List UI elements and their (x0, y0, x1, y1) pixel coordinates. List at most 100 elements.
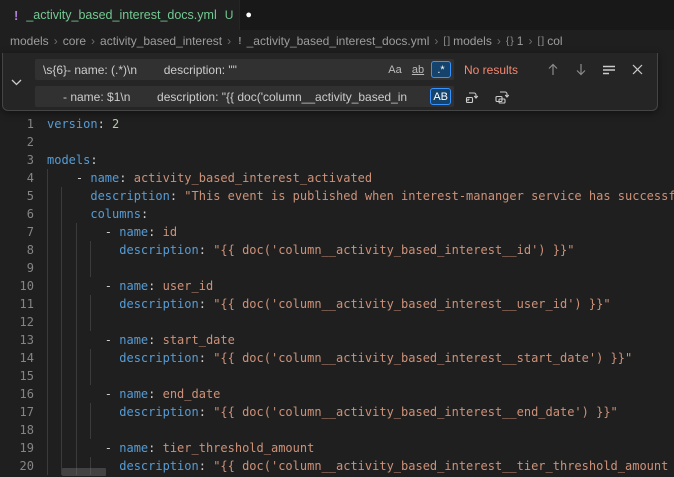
find-query-text: \s{6}- name: (.*)\n description: "" (43, 63, 381, 77)
line-number: 9 (0, 259, 34, 277)
breadcrumb-item-_activity_based_interest_docs.yml[interactable]: ! _activity_based_interest_docs.yml (236, 34, 429, 48)
line-number: 18 (0, 421, 34, 439)
indent-guide (47, 367, 48, 385)
indent-guide (61, 313, 62, 331)
breadcrumb-label: models (453, 34, 492, 48)
indent-guide (90, 367, 91, 385)
breadcrumb-label: _activity_based_interest_docs.yml (247, 34, 430, 48)
preserve-case-toggle[interactable]: AB (430, 88, 451, 105)
unsaved-changes-icon[interactable]: ● (245, 9, 252, 21)
code-line[interactable]: 9 (0, 259, 674, 277)
breadcrumb: models › core › activity_based_interest ›! _ac… (0, 30, 674, 52)
indent-guide (47, 259, 48, 277)
whole-word-toggle[interactable]: ab (408, 61, 428, 78)
indent-guide (76, 313, 77, 331)
code-line[interactable]: 5 description: "This event is published … (0, 187, 674, 205)
code-line[interactable]: 11 description: "{{ doc('column__activit… (0, 295, 674, 313)
breadcrumb-label: col (547, 34, 562, 48)
replace-button[interactable] (462, 87, 482, 107)
close-icon[interactable] (627, 60, 647, 80)
code-text: description: "This event is published wh… (47, 187, 674, 205)
indent-guide (76, 367, 77, 385)
indent-guide (90, 313, 91, 331)
code-line[interactable]: 17 description: "{{ doc('column__activit… (0, 403, 674, 421)
next-match-button[interactable] (571, 60, 591, 80)
breadcrumb-label: 1 (517, 34, 524, 48)
code-line[interactable]: 10 - name: user_id (0, 277, 674, 295)
breadcrumb-item-1[interactable]: { } 1 (506, 34, 524, 48)
code-line[interactable]: 19 - name: tier_threshold_amount (0, 439, 674, 457)
code-lines: 1 version: 2 23 models:4 - name: activity_b… (0, 115, 674, 475)
line-number: 14 (0, 349, 34, 367)
line-number: 20 (0, 457, 34, 475)
code-line[interactable]: 13 - name: start_date (0, 331, 674, 349)
code-editor[interactable]: 1 version: 2 23 models:4 - name: activity_b… (0, 52, 674, 477)
code-text: - name: end_date (47, 385, 220, 403)
breadcrumb-item-activity_based_interest[interactable]: activity_based_interest (100, 34, 222, 48)
match-case-toggle[interactable]: Aa (385, 61, 405, 78)
line-number: 19 (0, 439, 34, 457)
breadcrumb-item-models[interactable]: [ ] models (443, 34, 491, 48)
indent-guide (47, 421, 48, 439)
code-line[interactable]: 1 version: 2 (0, 115, 674, 133)
line-number: 11 (0, 295, 34, 313)
code-text: description: "{{ doc('column__activity_b… (47, 295, 611, 313)
code-text: version: 2 (47, 115, 119, 133)
code-line[interactable]: 2 (0, 133, 674, 151)
replace-all-button[interactable] (492, 87, 512, 107)
previous-match-button[interactable] (543, 60, 563, 80)
code-text: description: "{{ doc('column__activity_b… (47, 241, 574, 259)
editor-tab[interactable]: ! _activity_based_interest_docs.yml U ● (0, 0, 240, 30)
line-number: 7 (0, 223, 34, 241)
find-in-selection-button[interactable] (599, 60, 619, 80)
indent-guide (61, 367, 62, 385)
breadcrumb-separator: › (528, 34, 532, 48)
line-number: 16 (0, 385, 34, 403)
line-number: 2 (0, 133, 34, 151)
array-icon: [ ] (537, 35, 543, 47)
code-line[interactable]: 14 description: "{{ doc('column__activit… (0, 349, 674, 367)
line-number: 17 (0, 403, 34, 421)
code-text: - name: tier_threshold_amount (47, 439, 314, 457)
breadcrumb-item-col[interactable]: [ ] col (537, 34, 562, 48)
yaml-icon: ! (236, 35, 243, 47)
code-line[interactable]: 12 (0, 313, 674, 331)
array-icon: [ ] (443, 35, 449, 47)
indent-guide (61, 259, 62, 277)
chevron-down-icon (11, 79, 22, 86)
tab-bar: ! _activity_based_interest_docs.yml U ● (0, 0, 674, 30)
code-line[interactable]: 6 columns: (0, 205, 674, 223)
replace-input[interactable]: - name: $1\n description: "{{ doc('colum… (35, 86, 454, 107)
line-number: 8 (0, 241, 34, 259)
code-text: description: "{{ doc('column__activity_b… (47, 349, 632, 367)
regex-toggle[interactable]: .* (431, 61, 451, 78)
breadcrumb-item-models[interactable]: models (10, 34, 49, 48)
code-line[interactable]: 4 - name: activity_based_interest_activa… (0, 169, 674, 187)
code-line[interactable]: 3 models: (0, 151, 674, 169)
code-line[interactable]: 7 - name: id (0, 223, 674, 241)
indent-guide (47, 313, 48, 331)
toggle-replace-button[interactable] (3, 53, 29, 111)
breadcrumb-separator: › (434, 34, 438, 48)
line-number: 3 (0, 151, 34, 169)
code-text: models: (47, 151, 98, 169)
code-text: description: "{{ doc('column__activity_b… (47, 403, 618, 421)
object-icon: { } (506, 35, 513, 47)
code-line[interactable]: 8 description: "{{ doc('column__activity… (0, 241, 674, 259)
code-text: - name: start_date (47, 331, 235, 349)
code-text: columns: (47, 205, 148, 223)
code-line[interactable]: 18 (0, 421, 674, 439)
vscode-window: ! _activity_based_interest_docs.yml U ● … (0, 0, 674, 477)
line-number: 5 (0, 187, 34, 205)
breadcrumb-separator: › (497, 34, 501, 48)
breadcrumb-label: activity_based_interest (100, 34, 222, 48)
find-replace-widget: \s{6}- name: (.*)\n description: "" Aa a… (2, 53, 658, 111)
breadcrumb-item-core[interactable]: core (63, 34, 86, 48)
find-status: No results (464, 63, 518, 77)
code-line[interactable]: 15 (0, 367, 674, 385)
find-input[interactable]: \s{6}- name: (.*)\n description: "" Aa a… (35, 59, 454, 80)
breadcrumb-separator: › (54, 34, 58, 48)
line-number: 1 (0, 115, 34, 133)
horizontal-scrollbar[interactable] (62, 468, 106, 476)
code-line[interactable]: 16 - name: end_date (0, 385, 674, 403)
